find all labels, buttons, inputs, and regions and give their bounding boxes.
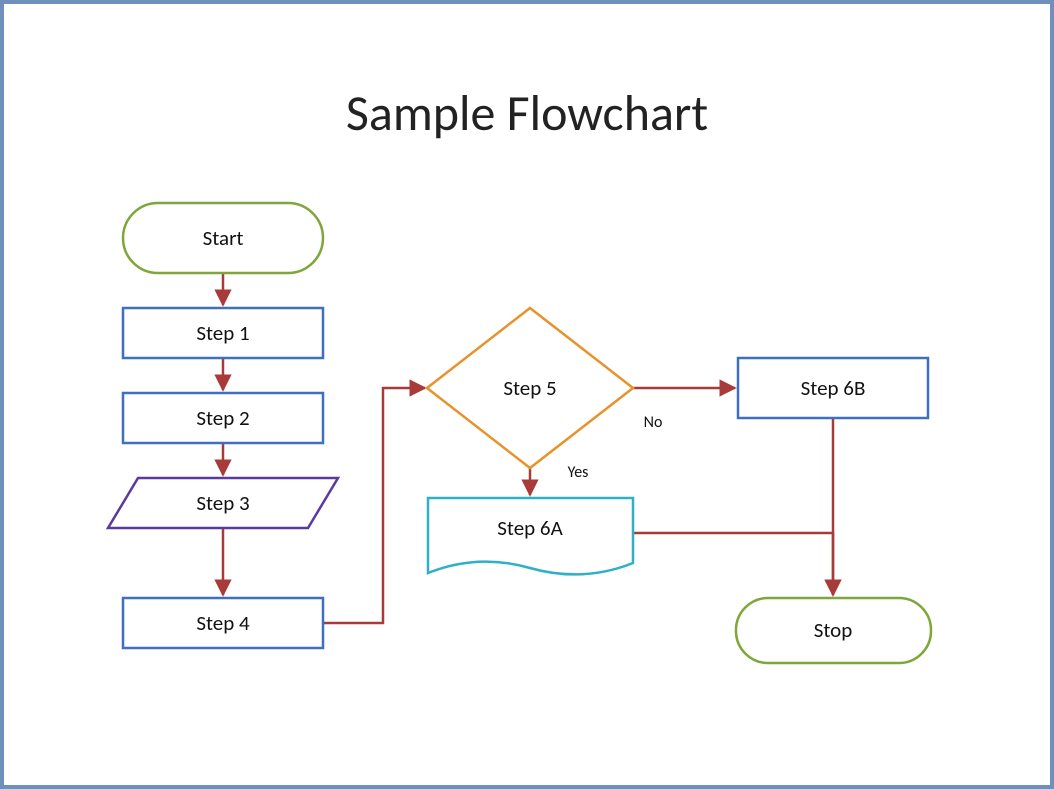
- edge-step4-step5: [323, 388, 425, 623]
- svg-text:Start: Start: [203, 225, 244, 251]
- svg-text:Step 1: Step 1: [196, 320, 249, 346]
- node-step6a: Step 6A: [428, 498, 633, 574]
- svg-text:Stop: Stop: [814, 617, 853, 643]
- svg-text:Step 6B: Step 6B: [801, 375, 866, 401]
- svg-text:Step 5: Step 5: [503, 375, 556, 401]
- edge-label-no: No: [644, 413, 663, 432]
- svg-text:Step 6A: Step 6A: [497, 515, 563, 541]
- slide-canvas: Sample Flowchart: [28, 28, 1026, 761]
- node-start: Start: [123, 203, 323, 273]
- svg-text:Step 4: Step 4: [196, 610, 250, 636]
- node-step2: Step 2: [123, 393, 323, 443]
- node-step1: Step 1: [123, 308, 323, 358]
- node-step3: Step 3: [108, 478, 338, 528]
- edge-label-yes: Yes: [568, 463, 589, 482]
- node-step4: Step 4: [123, 598, 323, 648]
- svg-text:Step 2: Step 2: [196, 405, 249, 431]
- node-stop: Stop: [736, 598, 931, 663]
- node-step6b: Step 6B: [738, 358, 928, 418]
- flowchart-svg: No Yes Start Step 1 Step 2 Step 3: [28, 28, 1028, 768]
- edge-step6a-stop: [633, 533, 833, 595]
- node-step5: Step 5: [427, 308, 633, 468]
- slide-frame: Sample Flowchart: [0, 0, 1054, 789]
- svg-text:Step 3: Step 3: [196, 490, 249, 516]
